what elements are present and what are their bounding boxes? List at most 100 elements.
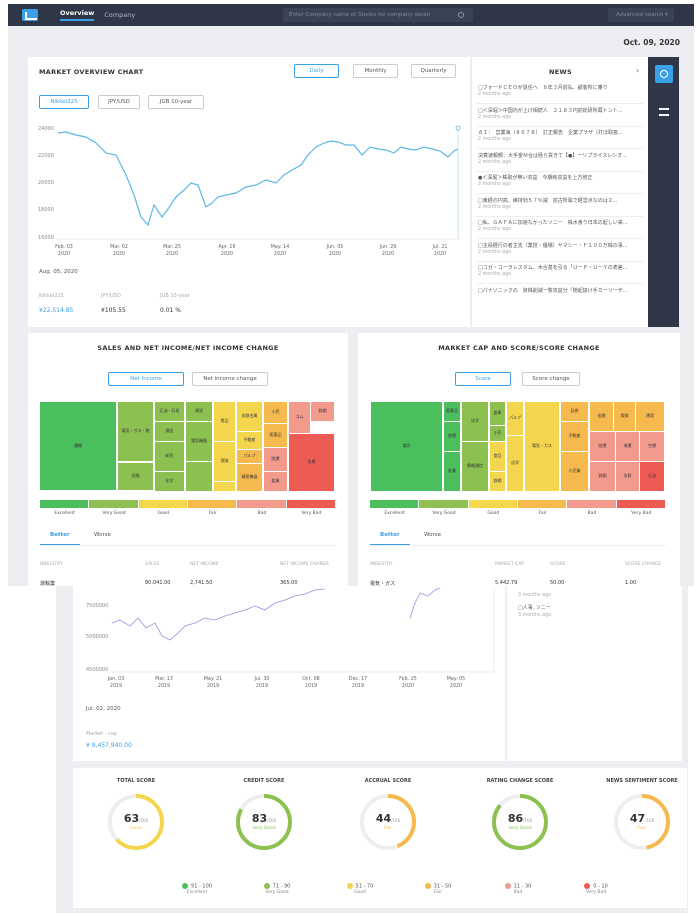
news-item[interactable]: ＡＩ： 営業海（８６７８） 訂正報告 企業プラザ（打ほ取扱... 2 months…	[478, 129, 648, 142]
news-item[interactable]: □東経の円高、維持効５７％減 前古所属で経営点なのは２... 2 months a…	[478, 197, 648, 210]
index-jgb-button[interactable]: JGB 10-year	[148, 95, 204, 109]
sales-column-header: INDUSTRY	[40, 562, 63, 567]
market-treemap-cell[interactable]: 非鉄	[616, 462, 639, 491]
sales-treemap-cell[interactable]: 不動産	[237, 432, 262, 449]
sales-treemap-cell[interactable]: 卸売	[155, 442, 184, 471]
app-logo-icon[interactable]	[22, 9, 38, 21]
company-news-title-2[interactable]: □人事, ソニー	[518, 604, 551, 611]
score-value: 86/100	[507, 812, 533, 825]
net-income-button[interactable]: Net Income	[108, 372, 184, 386]
market-cap-line-chart[interactable]	[110, 588, 500, 673]
y-tick: 24000	[38, 126, 54, 132]
score-title: CREDIT SCORE	[243, 778, 285, 784]
market-treemap-cell[interactable]: 鉄鋼	[590, 462, 615, 491]
sales-treemap-cell[interactable]: 医薬品	[264, 424, 287, 447]
market-treemap-cell[interactable]: 証券	[561, 402, 588, 421]
sales-treemap-cell[interactable]: 通信	[155, 422, 184, 441]
news-next-icon[interactable]: ›	[636, 66, 639, 75]
sales-column-header: NET INCOME CHANGE	[280, 562, 330, 567]
sales-tab-better[interactable]: Better	[50, 532, 70, 538]
market-treemap-cell[interactable]: 空運	[640, 432, 664, 461]
nav-overview[interactable]: Overview	[60, 9, 95, 21]
period-daily-button[interactable]: Daily	[294, 64, 339, 78]
market-treemap-cell[interactable]: 医薬品	[444, 402, 460, 421]
sales-treemap-cell[interactable]: 保険	[214, 442, 235, 481]
nikkei-line-chart[interactable]	[56, 125, 466, 240]
company-search-input[interactable]: Enter Company name or Stocks for company…	[283, 8, 473, 22]
sales-treemap-cell[interactable]: 運輸	[40, 402, 116, 490]
market-tab-better[interactable]: Better	[380, 532, 400, 538]
market-treemap-cell[interactable]: 電気	[371, 402, 442, 491]
score-title: NEWS SENTIMENT SCORE	[606, 778, 678, 784]
sales-treemap-cell[interactable]: 石油・石炭	[155, 402, 184, 421]
settings-toggle-icon[interactable]	[655, 103, 673, 121]
index-jpyusd-button[interactable]: JPY/USD	[98, 95, 140, 109]
score-button[interactable]: Score	[455, 372, 511, 386]
market-treemap-cell[interactable]: 小売業	[561, 452, 588, 491]
net-income-change-button[interactable]: Net income change	[192, 372, 268, 386]
news-item[interactable]: □フォードＣＥＯが退任へ ６年３月前払、顧客所に乗り 2 months ago	[478, 84, 648, 97]
sales-treemap-cell[interactable]: 小売	[264, 402, 287, 423]
market-treemap-cell[interactable]: 金融	[590, 402, 613, 431]
index-nikkei-button[interactable]: Nikkei225	[39, 95, 89, 109]
market-treemap-cell[interactable]: 陸運	[444, 422, 460, 451]
news-item[interactable]: □主役経行の者主支（業技・優場）ヤマシー・Ｆ１００万株の事... 2 months…	[478, 242, 648, 255]
sales-treemap-cell[interactable]: 金融	[118, 463, 153, 490]
company-news-age-1: 3 months ago	[518, 593, 552, 598]
sales-treemap-cell[interactable]	[214, 482, 235, 491]
sales-treemap-cell[interactable]: 食品	[214, 402, 235, 441]
score-change-button[interactable]: Score change	[522, 372, 580, 386]
sales-treemap-cell[interactable]: 電気・ガス・熱	[118, 402, 153, 461]
summary-value-jpyusd: ¥105.55	[101, 307, 126, 314]
market-treemap-cell[interactable]: 倉庫	[490, 402, 505, 425]
news-item[interactable]: 決算速報郵：大手金Ｍ合は極ら貨きて【●】ーリプライスレシオ... 2 months…	[478, 152, 648, 165]
sales-treemap-cell[interactable]	[186, 462, 212, 491]
news-item[interactable]: □コガ・コーラレスタム、木合基を引る「ＵーＰ・ＵーＹの表差... 2 months…	[478, 264, 648, 277]
market-treemap-cell[interactable]: 海運	[616, 432, 639, 461]
market-treemap-cell[interactable]: 鉱業	[444, 452, 460, 491]
sales-treemap-cell[interactable]: 電気機器	[186, 422, 212, 461]
search-icon[interactable]	[458, 12, 464, 18]
market-treemap-cell[interactable]: 小売	[490, 426, 505, 441]
market-tab-divider	[370, 545, 666, 546]
market-treemap-cell[interactable]: 陸運	[590, 432, 615, 461]
market-tab-worse[interactable]: Worse	[424, 532, 441, 538]
market-treemap-cell[interactable]: 食品	[490, 442, 505, 471]
market-treemap-cell[interactable]: 鉄鋼	[490, 472, 505, 491]
news-feed-icon[interactable]	[655, 65, 673, 83]
sales-treemap-cell[interactable]: 鉱業	[264, 472, 287, 491]
market-treemap-cell[interactable]: 保険	[614, 402, 635, 431]
market-treemap-cell[interactable]: パルプ	[507, 402, 523, 435]
score-title: ACCRUAL SCORE	[364, 778, 412, 784]
sales-treemap-cell[interactable]: 金属	[289, 434, 334, 491]
sales-treemap-cell[interactable]: パルプ	[237, 450, 262, 463]
news-item[interactable]: □私、ＧＡＦＡに加速なかったソニー 株水食り日本の起しい来... 2 months…	[478, 219, 648, 232]
sales-treemap-cell[interactable]: 鉄鋼	[311, 402, 334, 421]
x-tick: Feb. 03 2020	[55, 245, 73, 257]
sales-treemap-cell[interactable]: 建設	[186, 402, 212, 421]
market-treemap-cell[interactable]: 建設	[636, 402, 664, 431]
advanced-search-dropdown[interactable]: Advanced search ▾	[608, 8, 674, 22]
sales-treemap-cell[interactable]: 非鉄金属	[237, 402, 262, 431]
score-rating: Fair	[637, 826, 647, 831]
news-item[interactable]: ●＜深堀＞株取が無い収益 今期純収益を上方修正 2 months ago	[478, 174, 648, 187]
period-monthly-button[interactable]: Monthly	[353, 64, 398, 78]
period-quarterly-button[interactable]: Quarterly	[411, 64, 456, 78]
sales-treemap-cell[interactable]: 化学	[155, 472, 184, 491]
x-tick: Jul. 21 2020	[432, 245, 448, 257]
market-treemap-cell[interactable]: 不動産	[561, 422, 588, 451]
sales-tab-worse[interactable]: Worse	[94, 532, 111, 538]
market-treemap-cell[interactable]: 化学	[462, 402, 488, 441]
company-news-age-2: 3 months ago	[518, 613, 552, 618]
market-treemap-cell[interactable]: 石油	[640, 462, 664, 491]
sales-treemap-cell[interactable]: 精密機器	[237, 464, 262, 491]
sales-treemap-cell[interactable]: 陸運	[264, 448, 287, 471]
news-item[interactable]: □パナソニックの 資株削減一覧収益分『随起扱け手カーリーザ...	[478, 287, 648, 295]
nav-company[interactable]: Company	[104, 11, 135, 19]
market-treemap-cell[interactable]: 電気・ガス	[525, 402, 559, 491]
sales-treemap-cell[interactable]: ゴム	[289, 402, 310, 433]
news-divider	[476, 283, 644, 284]
market-treemap-cell[interactable]: 情報通信	[462, 442, 488, 491]
news-item[interactable]: □＜深堀＞中国内が上げ相続人 ２１８３円前総研所蔵トント... 2 months …	[478, 107, 648, 120]
market-treemap-cell[interactable]: 化学	[507, 436, 523, 491]
